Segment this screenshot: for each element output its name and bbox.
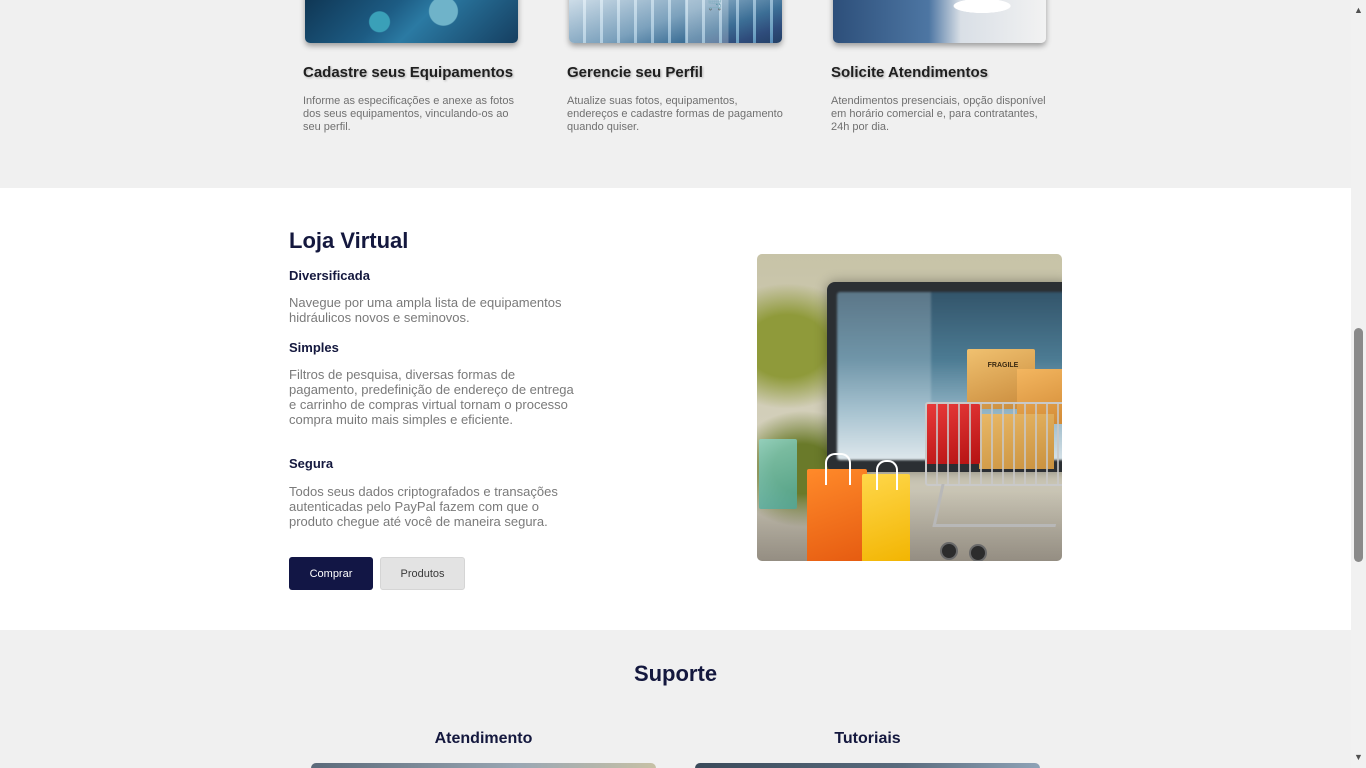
cart-wheel [969, 544, 987, 561]
feature-text: Atualize suas fotos, equipamentos, ender… [567, 95, 783, 133]
store-text-diversified: Navegue por uma ampla lista de equipamen… [289, 295, 562, 325]
support-section: Suporte Atendimento Tutoriais [0, 630, 1351, 768]
store-subheading-secure: Segura [289, 456, 334, 471]
attendance-image [311, 763, 656, 768]
store-subheading-diversified: Diversificada [289, 268, 370, 283]
scroll-thumb[interactable] [1354, 328, 1363, 562]
vertical-scrollbar[interactable]: ▲ ▼ [1351, 0, 1366, 768]
cart-icon: 🛒 [707, 0, 727, 11]
shopping-bag [807, 453, 867, 561]
cart-wheel [940, 542, 958, 560]
store-image: FRAGILE [757, 254, 1062, 561]
fragile-label: FRAGILE [987, 362, 1019, 369]
store-text-simple: Filtros de pesquisa, diversas formas de … [289, 367, 574, 427]
profile-image: 🛒 [569, 0, 782, 43]
support-image [833, 0, 1046, 43]
cart-frame [932, 484, 1062, 527]
shopping-bag [759, 439, 797, 509]
scroll-down-arrow-icon[interactable]: ▼ [1351, 749, 1366, 766]
scroll-up-arrow-icon[interactable]: ▲ [1351, 2, 1366, 19]
page: Cadastre seus Equipamentos Informe as es… [0, 0, 1351, 768]
products-button[interactable]: Produtos [380, 557, 465, 590]
tutorials-image [695, 763, 1040, 768]
store-subheading-simple: Simples [289, 340, 339, 355]
feature-title: Gerencie seu Perfil [567, 64, 703, 81]
buy-button[interactable]: Comprar [289, 557, 373, 590]
feature-text: Atendimentos presenciais, opção disponív… [831, 95, 1046, 133]
feature-text: Informe as especificações e anexe as fot… [303, 95, 514, 133]
equipment-image [305, 0, 518, 43]
store-text-secure: Todos seus dados criptografados e transa… [289, 484, 558, 529]
features-section: Cadastre seus Equipamentos Informe as es… [0, 0, 1351, 188]
cart-basket [925, 402, 1062, 486]
store-section: Loja Virtual Diversificada Navegue por u… [0, 188, 1351, 630]
feature-title: Cadastre seus Equipamentos [303, 64, 514, 81]
support-column-tutorials: Tutoriais [834, 730, 901, 747]
shopping-bag [862, 460, 910, 561]
store-title: Loja Virtual [289, 228, 409, 253]
support-title: Suporte [633, 661, 718, 686]
support-column-attendance: Atendimento [434, 730, 533, 747]
feature-title: Solicite Atendimentos [831, 64, 988, 81]
